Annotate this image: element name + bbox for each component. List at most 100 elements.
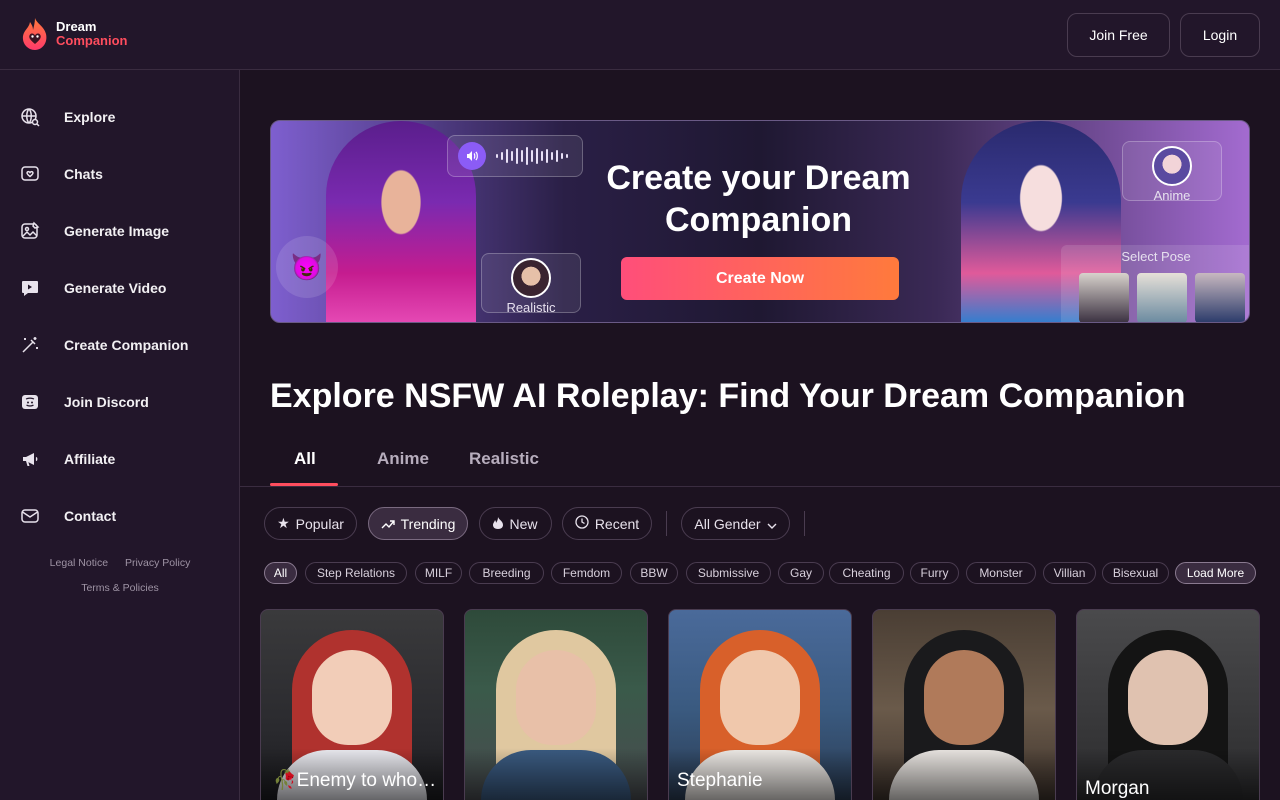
card-gradient [465,748,647,800]
tag-chip[interactable]: Bisexual [1102,562,1169,584]
sort-new-label: New [509,515,538,532]
tag-chip[interactable]: Furry [910,562,959,584]
gender-filter-label: All Gender [694,515,761,532]
sidebar-item-affiliate[interactable]: Affiliate [20,441,220,477]
terms-policies-link[interactable]: Terms & Policies [81,582,159,594]
sort-trending-button[interactable]: Trending [368,507,468,540]
flame-icon [493,516,504,532]
card-portrait-face [312,650,392,745]
anime-avatar [1152,146,1192,186]
tag-chip[interactable]: Cheating [829,562,904,584]
sidebar-item-label: Generate Video [64,280,167,296]
chat-heart-icon [20,164,40,184]
tag-chip[interactable]: MILF [415,562,462,584]
select-pose-panel: Select Pose [1061,245,1249,322]
devil-emoji-icon: 😈 [276,236,338,298]
image-edit-icon [20,221,40,241]
card-portrait-face [516,650,596,745]
sidebar-item-label: Explore [64,109,116,125]
join-free-button[interactable]: Join Free [1067,13,1170,57]
anime-label: Anime [1153,188,1191,203]
pose-thumbnail[interactable] [1079,273,1129,322]
sidebar-item-label: Create Companion [64,337,189,353]
magic-wand-icon [20,335,40,355]
sidebar-item-create-companion[interactable]: Create Companion [20,327,220,363]
brand-name: Dream Companion [56,20,128,48]
pose-thumbnail[interactable] [1195,273,1245,322]
select-pose-label: Select Pose [1121,249,1191,264]
tag-chip[interactable]: Step Relations [305,562,407,584]
sidebar-item-label: Chats [64,166,103,182]
login-button[interactable]: Login [1180,13,1260,57]
tabs-divider [240,486,1280,487]
card-character-name: Stephanie [677,770,763,791]
sidebar-item-label: Join Discord [64,394,149,410]
card-portrait-face [720,650,800,745]
top-header: Dream Companion Join Free Login [0,0,1280,70]
trending-up-icon [381,516,395,532]
sidebar-item-generate-video[interactable]: Generate Video [20,270,220,306]
brand-name-line1: Dream [56,19,97,34]
sidebar: Explore Chats Generate Image Generate Vi… [0,70,240,800]
card-character-name: Morgan [1085,778,1150,799]
flame-heart-logo-icon [22,18,47,50]
tab-realistic[interactable]: Realistic [469,449,539,469]
banner-title: Create your Dream Companion [606,159,911,239]
star-icon: ★ [277,515,290,531]
chevron-down-icon [767,516,777,532]
promo-banner[interactable]: 😈 Realistic Create your Dream Companion … [270,120,1250,323]
sort-recent-button[interactable]: Recent [562,507,652,540]
sidebar-item-label: Affiliate [64,451,116,467]
card-name-text: Enemy to whor… [296,770,438,791]
tab-all[interactable]: All [294,449,316,469]
discord-icon [20,392,40,412]
legal-notice-link[interactable]: Legal Notice [50,557,108,569]
sort-new-button[interactable]: New [479,507,552,540]
tag-chip[interactable]: Gay [778,562,824,584]
tab-anime[interactable]: Anime [377,449,429,469]
card-portrait-face [924,650,1004,745]
character-card[interactable]: Morgan [1076,609,1260,800]
rose-icon: 🥀 [273,770,297,791]
sidebar-item-generate-image[interactable]: Generate Image [20,213,220,249]
privacy-policy-link[interactable]: Privacy Policy [125,557,190,569]
card-character-name: 🥀Enemy to whor… [273,768,438,792]
sidebar-item-label: Contact [64,508,117,524]
sort-trending-label: Trending [400,515,456,532]
card-gradient [873,748,1055,800]
sort-popular-button[interactable]: ★ Popular [264,507,357,540]
character-card[interactable]: Stephanie [668,609,852,800]
sidebar-item-contact[interactable]: Contact [20,498,220,534]
load-more-tags-button[interactable]: Load More [1175,562,1256,584]
realistic-style-card[interactable]: Realistic [481,253,581,315]
voice-sample-widget[interactable] [447,135,583,177]
sidebar-item-explore[interactable]: Explore [20,99,220,135]
clock-icon [575,515,589,532]
character-card[interactable]: 🥀Enemy to whor… [260,609,444,800]
pose-thumbnail[interactable] [1137,273,1187,322]
realistic-avatar [511,258,551,298]
filter-separator [666,511,667,536]
tag-chip[interactable]: Monster [966,562,1036,584]
gender-filter-dropdown[interactable]: All Gender [681,507,790,540]
sidebar-item-chats[interactable]: Chats [20,156,220,192]
character-card[interactable] [464,609,648,800]
tag-chip[interactable]: Femdom [551,562,622,584]
sort-popular-label: Popular [295,515,344,532]
tag-chip[interactable]: Submissive [686,562,771,584]
character-card[interactable] [872,609,1056,800]
tag-chip[interactable]: Villian [1043,562,1096,584]
page-title: Explore NSFW AI Roleplay: Find Your Drea… [270,377,1186,415]
tag-chip-all[interactable]: All [264,562,297,584]
video-chat-icon [20,278,40,298]
filter-separator [804,511,805,536]
sidebar-item-join-discord[interactable]: Join Discord [20,384,220,420]
tag-chip[interactable]: Breeding [469,562,544,584]
sidebar-footer-links-2: Terms & Policies [0,582,240,594]
tag-chip[interactable]: BBW [630,562,678,584]
brand-logo[interactable]: Dream Companion [20,16,128,52]
create-now-button[interactable]: Create Now [621,257,899,300]
globe-search-icon [20,107,40,127]
sort-recent-label: Recent [594,515,640,532]
anime-style-card[interactable]: Anime [1122,141,1222,203]
